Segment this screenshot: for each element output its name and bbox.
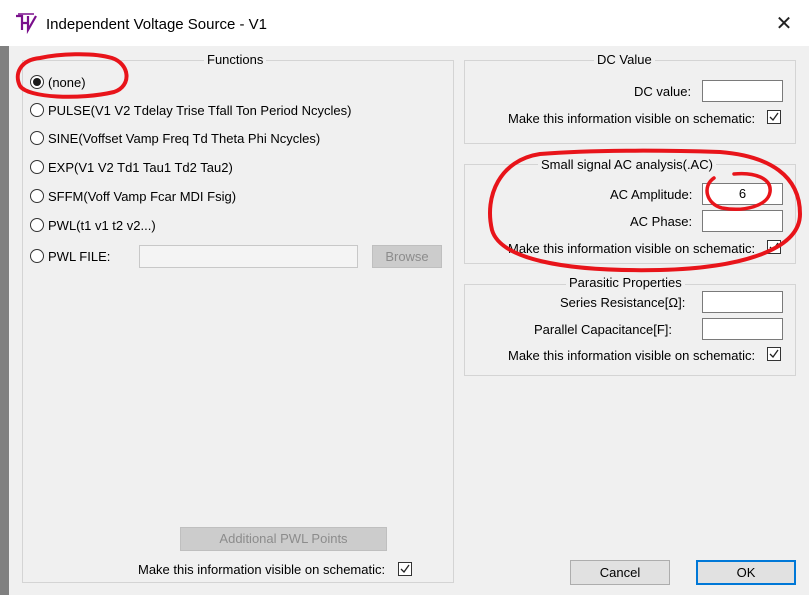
radio-button[interactable] [30,75,44,89]
radio-sffm[interactable]: SFFM(Voff Vamp Fcar MDI Fsig) [30,186,236,206]
functions-group-title: Functions [204,52,267,67]
ac-group-title: Small signal AC analysis(.AC) [538,157,716,172]
browse-button[interactable]: Browse [372,245,442,268]
radio-pwl-file[interactable]: PWL FILE: [30,246,110,266]
parasitic-visible-checkbox[interactable] [767,347,781,361]
parasitic-group-title: Parasitic Properties [566,275,685,290]
close-icon[interactable]: ✕ [772,12,796,36]
ac-visible-label: Make this information visible on schemat… [508,241,756,256]
check-icon [769,112,779,122]
window-title: Independent Voltage Source - V1 [46,16,268,33]
radio-button[interactable] [30,131,44,145]
ac-phase-label: AC Phase: [630,214,693,229]
radio-pwl[interactable]: PWL(t1 v1 t2 v2...) [30,215,156,235]
pwl-file-input[interactable] [139,245,358,268]
radio-button[interactable] [30,249,44,263]
radio-label: (none) [48,74,86,90]
dc-visible-checkbox[interactable] [767,110,781,124]
radio-button[interactable] [30,218,44,232]
additional-pwl-button[interactable]: Additional PWL Points [180,527,387,551]
series-resistance-input[interactable] [702,291,783,313]
dc-group [464,60,796,144]
window-edge [0,46,9,595]
radio-button[interactable] [30,189,44,203]
ltspice-icon [16,13,37,34]
ac-phase-input[interactable] [702,210,783,232]
ac-visible-checkbox[interactable] [767,240,781,254]
ac-amplitude-input[interactable]: 6 [702,183,783,205]
parasitic-visible-label: Make this information visible on schemat… [508,348,756,363]
radio-button[interactable] [30,103,44,117]
radio-exp[interactable]: EXP(V1 V2 Td1 Tau1 Td2 Tau2) [30,157,233,177]
radio-none[interactable]: (none) [30,72,86,92]
radio-label: PWL(t1 v1 t2 v2...) [48,217,156,233]
radio-label: PULSE(V1 V2 Tdelay Trise Tfall Ton Perio… [48,102,352,118]
radio-button[interactable] [30,160,44,174]
check-icon [400,564,410,574]
functions-visible-checkbox[interactable] [398,562,412,576]
functions-visible-label: Make this information visible on schemat… [138,562,386,577]
radio-label: PWL FILE: [48,248,111,264]
check-icon [769,349,779,359]
radio-label: SINE(Voffset Vamp Freq Td Theta Phi Ncyc… [48,130,321,146]
ok-button[interactable]: OK [696,560,796,585]
parallel-capacitance-label: Parallel Capacitance[F]: [534,322,673,337]
dc-value-input[interactable] [702,80,783,102]
dc-group-title: DC Value [594,52,655,67]
ac-amplitude-label: AC Amplitude: [610,187,693,202]
parallel-capacitance-input[interactable] [702,318,783,340]
dc-value-label: DC value: [634,84,692,99]
radio-pulse[interactable]: PULSE(V1 V2 Tdelay Trise Tfall Ton Perio… [30,100,351,120]
dc-visible-label: Make this information visible on schemat… [508,111,756,126]
radio-label: EXP(V1 V2 Td1 Tau1 Td2 Tau2) [48,159,233,175]
cancel-button[interactable]: Cancel [570,560,670,585]
series-resistance-label: Series Resistance[Ω]: [560,295,686,310]
check-icon [769,242,779,252]
radio-label: SFFM(Voff Vamp Fcar MDI Fsig) [48,188,237,204]
radio-sine[interactable]: SINE(Voffset Vamp Freq Td Theta Phi Ncyc… [30,128,320,148]
